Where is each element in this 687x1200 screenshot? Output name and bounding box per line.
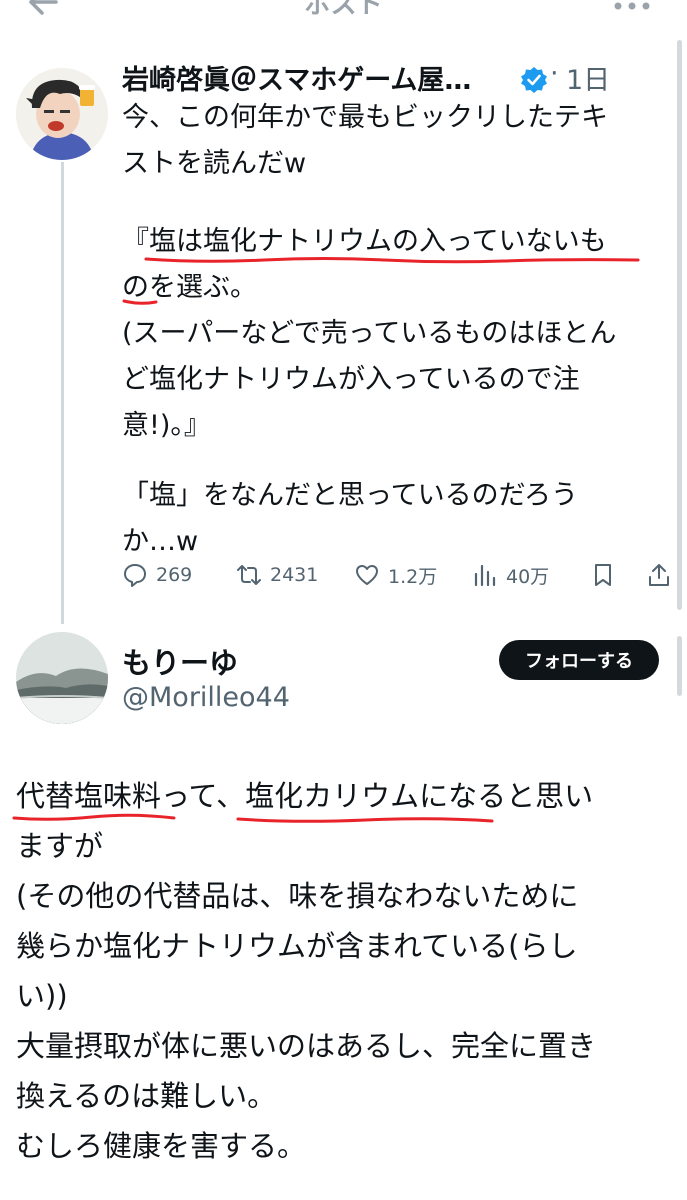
share-button[interactable] bbox=[646, 558, 680, 592]
repost-count: 2431 bbox=[270, 564, 319, 586]
post-text-line: ますが bbox=[16, 829, 104, 863]
author-avatar[interactable] bbox=[16, 632, 108, 724]
post-text-line: (その他の代替品は、味を損なわないために bbox=[16, 879, 579, 913]
author-handle[interactable]: @Morilleo44 bbox=[122, 682, 290, 713]
post-text-line: 幾らか塩化ナトリウムが含まれている(らし bbox=[16, 929, 578, 963]
repost-icon bbox=[237, 565, 261, 585]
reply-button[interactable]: 269 bbox=[122, 558, 192, 592]
bookmark-icon bbox=[595, 564, 611, 586]
like-button[interactable]: 1.2万 bbox=[354, 558, 437, 592]
post-text-line: 『塩は塩化ナトリウムの入っていないも bbox=[122, 226, 607, 257]
post-text-line: 今、この何年かで最もビックリしたテキ bbox=[122, 102, 608, 133]
scrollbar-thumb[interactable] bbox=[677, 636, 682, 696]
post-text-line: か…w bbox=[122, 526, 199, 557]
repost-button[interactable]: 2431 bbox=[236, 558, 318, 592]
post-text-line: (スーパーなどで売っているものはほとん bbox=[122, 318, 617, 349]
red-underline-annotation bbox=[122, 299, 158, 305]
post-text-line: 大量摂取が体に悪いのはあるし、完全に置き bbox=[16, 1029, 597, 1063]
separator-dot: · bbox=[550, 58, 559, 89]
views-count: 40万 bbox=[506, 565, 550, 588]
page-title: ポスト bbox=[304, 0, 383, 20]
reply-count: 269 bbox=[156, 564, 193, 586]
post-text-line: 代替塩味料って、塩化カリウムになると思い bbox=[16, 779, 594, 813]
scrollbar-track[interactable] bbox=[677, 40, 682, 610]
post-text-line: むしろ健康を害する。 bbox=[16, 1129, 307, 1163]
views-button[interactable]: 40万 bbox=[472, 558, 549, 592]
bookmark-button[interactable] bbox=[590, 558, 624, 592]
post-actions-bar: 269 2431 1.2万 40万 bbox=[122, 558, 682, 592]
post-text-line: 換えるのは難しい。 bbox=[16, 1079, 277, 1113]
post-text-line: ストを読んだw bbox=[122, 148, 307, 179]
share-icon bbox=[649, 564, 669, 586]
more-options-icon[interactable] bbox=[612, 2, 652, 12]
verified-badge-icon bbox=[521, 67, 547, 93]
avatar-cartoon-icon bbox=[16, 68, 108, 160]
author-name[interactable]: もりーゆ bbox=[122, 640, 238, 682]
author-avatar[interactable] bbox=[16, 68, 108, 160]
avatar-snow-landscape-icon bbox=[16, 632, 108, 724]
red-underline-annotation bbox=[236, 817, 494, 823]
post-text-line: 意!)。』 bbox=[122, 410, 211, 441]
like-count: 1.2万 bbox=[388, 565, 438, 588]
views-chart-icon bbox=[474, 564, 496, 587]
red-underline-annotation bbox=[12, 813, 176, 821]
red-underline-annotation bbox=[144, 257, 640, 264]
follow-button[interactable]: フォローする bbox=[499, 640, 659, 680]
post-text-line: 「塩」をなんだと思っているのだろう bbox=[122, 480, 579, 511]
post-text-line: い)) bbox=[16, 979, 68, 1013]
reply-icon bbox=[124, 564, 146, 587]
top-nav-bar: ポスト bbox=[0, 0, 687, 24]
heart-icon bbox=[356, 565, 378, 585]
thread-connector-line bbox=[61, 162, 64, 624]
author-name[interactable]: 岩崎啓眞＠スマホゲーム屋… bbox=[122, 58, 471, 97]
post-time[interactable]: 1日 bbox=[566, 58, 610, 97]
post-text-line: ど塩化ナトリウムが入っているので注 bbox=[122, 364, 580, 395]
